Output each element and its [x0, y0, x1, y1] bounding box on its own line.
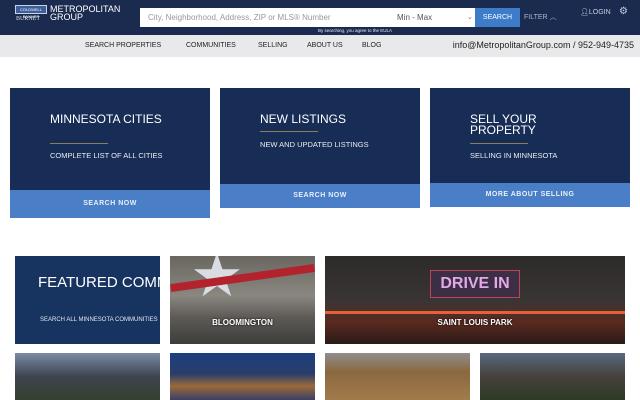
nav-selling[interactable]: SELLING	[258, 42, 288, 49]
logo-sub: BURNET	[16, 16, 40, 22]
search-input[interactable]: City, Neighborhood, Address, ZIP or MLS®…	[140, 8, 393, 27]
community-label: SAINT LOUIS PARK	[437, 318, 513, 327]
nav-about-us[interactable]: ABOUT US	[307, 42, 343, 49]
card-title: SELL YOUR PROPERTY	[470, 112, 537, 137]
card-desc: SELLING IN MINNESOTA	[470, 151, 558, 160]
card-minnesota-cities: MINNESOTA CITIES COMPLETE LIST OF ALL CI…	[10, 88, 210, 218]
user-icon: 👤︎	[580, 9, 589, 16]
divider	[470, 143, 528, 144]
search-button[interactable]: SEARCH	[475, 8, 520, 27]
chevron-down-icon: ⌄	[467, 14, 473, 21]
card-desc: COMPLETE LIST OF ALL CITIES	[50, 151, 163, 160]
community-tile-bloomington[interactable]: ★ BLOOMINGTON	[170, 256, 315, 344]
divider	[260, 131, 318, 132]
chevron-up-icon: ︿	[549, 14, 557, 21]
price-range-select[interactable]: Min - Max ⌄	[393, 8, 475, 27]
community-tile-city-night[interactable]	[170, 353, 315, 400]
neon-stripe	[325, 311, 625, 314]
more-about-selling-button[interactable]: MORE ABOUT SELLING	[430, 183, 630, 207]
search-now-button[interactable]: SEARCH NOW	[10, 190, 210, 218]
nav-blog[interactable]: BLOG	[362, 42, 381, 49]
divider	[50, 143, 108, 144]
community-tile-skyline[interactable]	[480, 353, 625, 400]
login-link[interactable]: 👤︎LOGIN	[580, 8, 611, 16]
logo[interactable]: COLDWELL BANKER BURNET METROPOLITAN GROUP	[15, 5, 130, 25]
community-tile-marsh[interactable]	[325, 353, 470, 400]
header: COLDWELL BANKER BURNET METROPOLITAN GROUP…	[0, 0, 640, 35]
featured-title: FEATURED COMMUNITIES	[38, 274, 160, 291]
search-now-button[interactable]: SEARCH NOW	[220, 184, 420, 208]
contact-info[interactable]: info@MetropolitanGroup.com / 952-949-473…	[453, 40, 634, 50]
card-title: MINNESOTA CITIES	[50, 112, 162, 126]
search-all-communities-link[interactable]: SEARCH ALL MINNESOTA COMMUNITIES	[40, 317, 158, 323]
main-nav: SEARCH PROPERTIES COMMUNITIES SELLING AB…	[0, 35, 640, 57]
community-tile-bridge[interactable]	[15, 353, 160, 400]
community-label: BLOOMINGTON	[212, 318, 273, 327]
card-title: NEW LISTINGS	[260, 112, 347, 126]
eula-notice[interactable]: By searching, you agree to the EULA	[318, 28, 392, 33]
logo-badge: COLDWELL BANKER	[15, 5, 47, 19]
gear-icon[interactable]: ⚙	[619, 6, 628, 17]
nav-communities[interactable]: COMMUNITIES	[186, 42, 236, 49]
card-desc: NEW AND UPDATED LISTINGS	[260, 140, 369, 149]
drive-in-sign: DRIVE IN	[430, 270, 520, 298]
nav-search-properties[interactable]: SEARCH PROPERTIES	[85, 42, 161, 49]
logo-name: METROPOLITAN GROUP	[50, 4, 121, 22]
featured-communities-tile[interactable]: FEATURED COMMUNITIES SEARCH ALL MINNESOT…	[15, 256, 160, 344]
card-new-listings: NEW LISTINGS NEW AND UPDATED LISTINGS SE…	[220, 88, 420, 208]
filter-toggle[interactable]: FILTER ︿	[524, 12, 557, 22]
card-sell-property: SELL YOUR PROPERTY SELLING IN MINNESOTA …	[430, 88, 630, 207]
community-tile-saint-louis-park[interactable]: DRIVE IN SAINT LOUIS PARK	[325, 256, 625, 344]
